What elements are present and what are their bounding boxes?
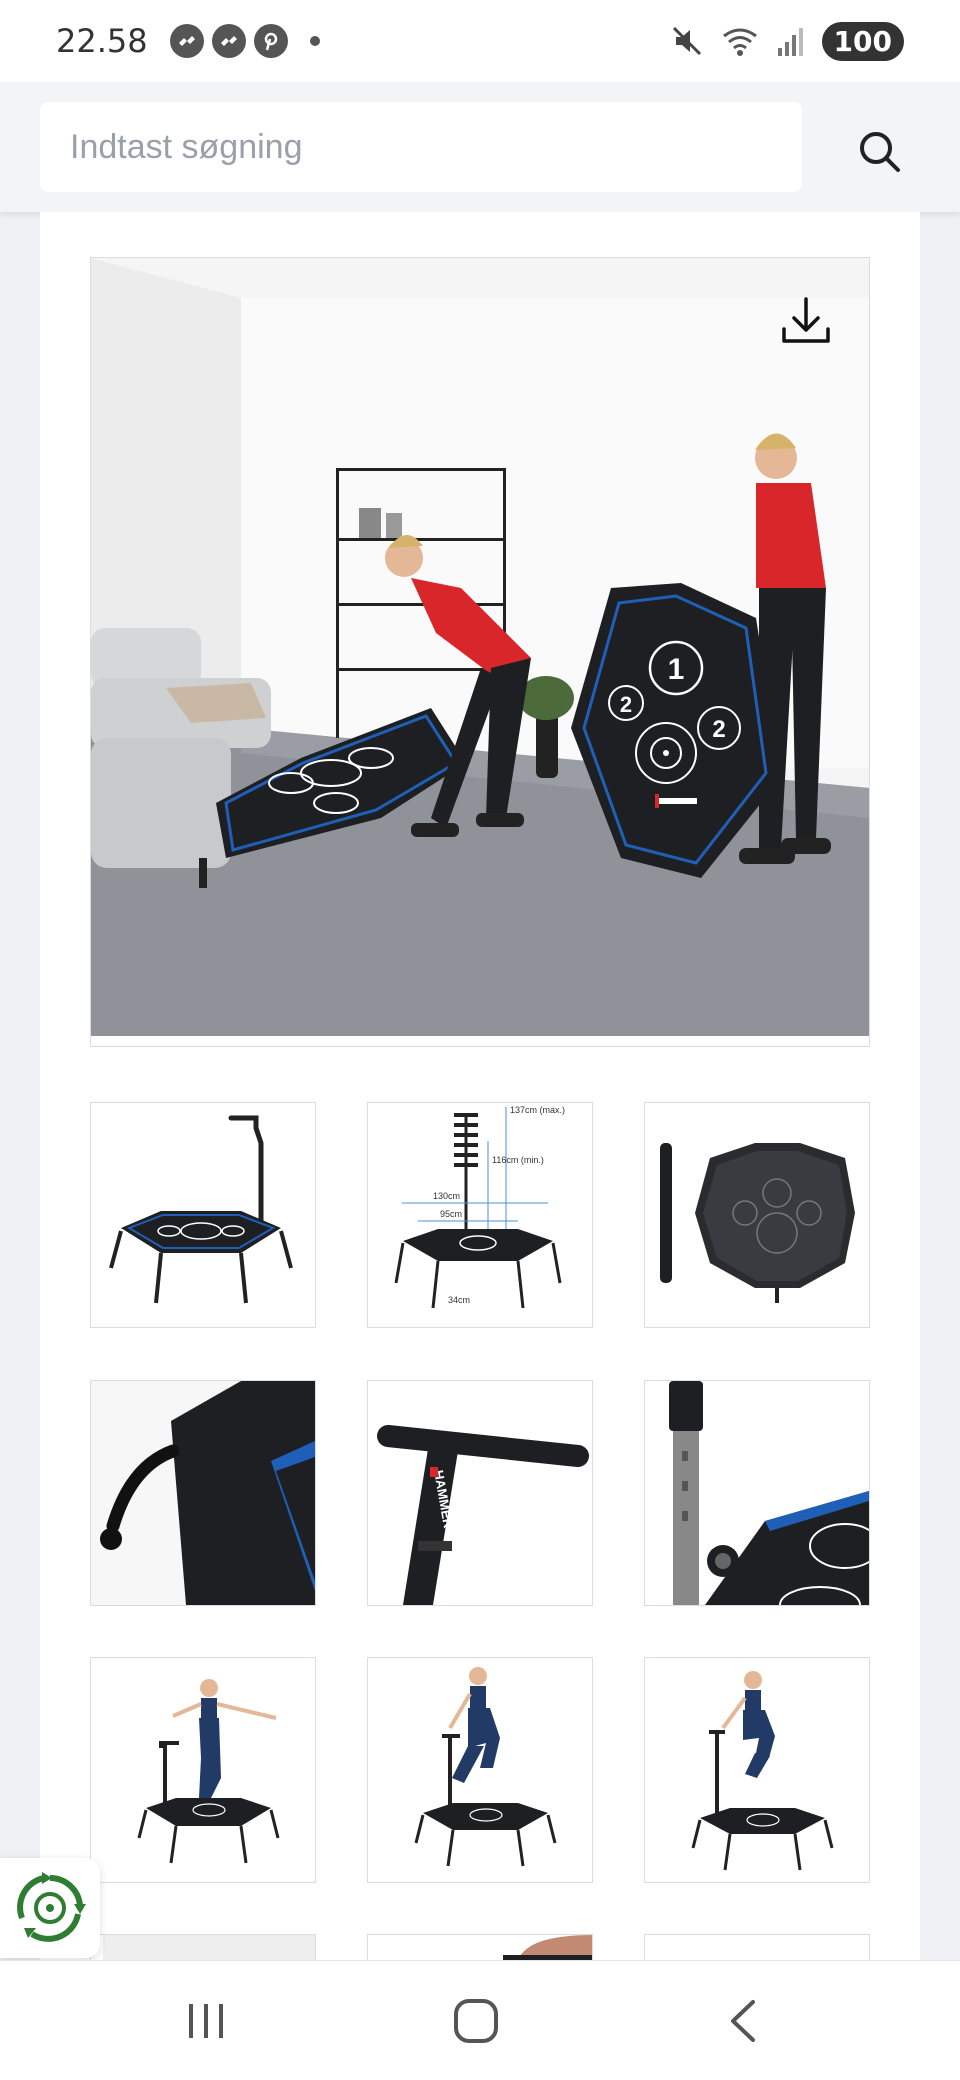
thumbnail-dimensions-diagram[interactable]: 137cm (max.) 116cm (min.) 130cm 95cm 34c…	[367, 1102, 593, 1328]
recent-apps-icon	[189, 2004, 223, 2038]
svg-text:1: 1	[668, 653, 685, 686]
main-product-image[interactable]: 1 2 2	[90, 257, 870, 1047]
svg-text:2: 2	[712, 716, 725, 743]
min-height-label: 116cm (min.)	[492, 1155, 544, 1165]
search-bar	[0, 82, 960, 212]
thumbnail-height-adjust[interactable]	[644, 1380, 870, 1606]
wifi-icon	[722, 28, 757, 56]
svg-text:2: 2	[620, 692, 632, 717]
frame-closeup-image	[91, 1381, 315, 1605]
outer-width-label: 130cm	[433, 1191, 460, 1201]
pinterest-icon	[253, 24, 288, 58]
woman-jumping-image	[691, 1671, 834, 1871]
thumbnail-woman-bouncing[interactable]	[367, 1657, 593, 1883]
max-height-label: 137cm (max.)	[510, 1105, 565, 1115]
more-notifications-dot	[309, 36, 320, 46]
trampoline-folding-scene: 1 2 2	[91, 258, 869, 1036]
signal-icon	[777, 28, 803, 56]
search-button[interactable]	[850, 122, 910, 182]
recent-apps-button[interactable]	[156, 1983, 256, 2059]
product-gallery: 1 2 2 137cm (max.) 116cm (min.) 130cm 95…	[40, 212, 920, 1960]
thumbnail-row4-3[interactable]	[644, 1934, 870, 1960]
download-button[interactable]	[771, 286, 841, 356]
messenger-icon	[211, 24, 246, 58]
trampoline-thumbnail-image	[109, 1115, 293, 1304]
status-time: 22.58	[56, 22, 148, 60]
messenger-icon	[169, 24, 204, 58]
partial-thumbnail-image	[503, 1935, 592, 1960]
download-icon	[782, 297, 830, 343]
home-icon	[454, 1999, 498, 2043]
handle-closeup-image: HAMMER	[377, 1425, 589, 1605]
search-input[interactable]	[40, 102, 802, 192]
thumbnail-row4-1[interactable]	[90, 1934, 316, 1960]
mute-icon	[672, 26, 701, 56]
woman-bouncing-image	[414, 1667, 557, 1867]
thumbnail-woman-balancing[interactable]	[90, 1657, 316, 1883]
system-navigation-bar	[0, 1960, 960, 2080]
battery-indicator: 100	[821, 21, 904, 61]
folded-trampoline-image	[660, 1143, 855, 1303]
thumbnail-folded-trampoline[interactable]	[644, 1102, 870, 1328]
back-button[interactable]	[694, 1983, 794, 2059]
status-bar: 22.58 100	[0, 0, 960, 82]
back-icon	[731, 2000, 755, 2042]
home-button[interactable]	[426, 1983, 526, 2059]
thumbnail-row4-2[interactable]	[367, 1934, 593, 1960]
height-adjust-image	[669, 1381, 869, 1605]
search-icon	[860, 132, 900, 172]
recycle-tire-icon	[17, 1872, 86, 1942]
thumbnail-woman-jumping[interactable]	[644, 1657, 870, 1883]
thumbnail-trampoline-with-handle[interactable]	[90, 1102, 316, 1328]
thumbnail-frame-closeup[interactable]	[90, 1380, 316, 1606]
leg-height-label: 34cm	[448, 1295, 470, 1305]
woman-balancing-image	[137, 1679, 280, 1864]
dimensions-diagram-image: 137cm (max.) 116cm (min.) 130cm 95cm 34c…	[394, 1105, 565, 1309]
thumbnail-handle-closeup[interactable]: HAMMER	[367, 1380, 593, 1606]
recycle-widget-button[interactable]	[0, 1858, 100, 1958]
partial-thumbnail-image	[103, 1935, 315, 1960]
inner-width-label: 95cm	[440, 1209, 462, 1219]
